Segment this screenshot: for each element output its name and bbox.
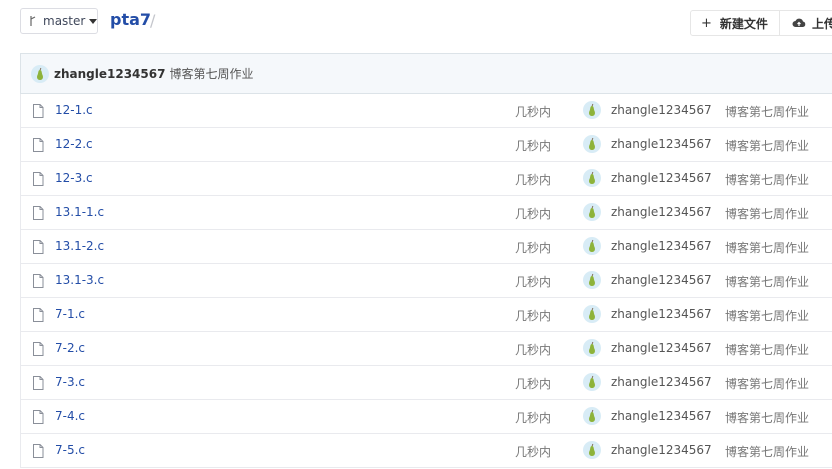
file-row[interactable]: 12-2.c 几秒内 zhangle1234567 博客第七周作业 <box>20 128 832 162</box>
file-row[interactable]: 13.1-1.c 几秒内 zhangle1234567 博客第七周作业 <box>20 196 832 230</box>
file-icon <box>32 342 44 356</box>
commit-message-link[interactable]: 博客第七周作业 <box>169 65 253 82</box>
file-commit-message-link[interactable]: 博客第七周作业 <box>725 409 809 426</box>
pear-avatar-icon[interactable] <box>583 101 601 119</box>
file-row[interactable]: 7-4.c 几秒内 zhangle1234567 博客第七周作业 <box>20 400 832 434</box>
file-commit-time: 几秒内 <box>515 377 552 391</box>
file-commit-time: 几秒内 <box>515 343 552 357</box>
file-commit-author-link[interactable]: zhangle1234567 <box>611 205 712 219</box>
pear-avatar-icon[interactable] <box>583 271 601 289</box>
file-commit-time: 几秒内 <box>515 207 552 221</box>
file-commit-author-link[interactable]: zhangle1234567 <box>611 137 712 151</box>
file-icon <box>32 376 44 390</box>
file-icon <box>32 274 44 288</box>
pear-avatar-icon[interactable] <box>31 64 49 83</box>
file-commit-time: 几秒内 <box>515 173 552 187</box>
file-icon <box>32 308 44 322</box>
file-commit-author-link[interactable]: zhangle1234567 <box>611 409 712 423</box>
new-file-label: 新建文件 <box>719 16 768 31</box>
file-commit-time: 几秒内 <box>515 411 552 425</box>
upload-button[interactable]: 上传 <box>779 10 832 36</box>
branch-selector-button[interactable]: master <box>20 8 98 34</box>
file-row[interactable]: 7-1.c 几秒内 zhangle1234567 博客第七周作业 <box>20 298 832 332</box>
file-name-link[interactable]: 13.1-2.c <box>55 239 104 253</box>
branch-name: master <box>43 14 86 28</box>
file-name-link[interactable]: 12-3.c <box>55 171 93 185</box>
file-commit-message-link[interactable]: 博客第七周作业 <box>725 171 809 188</box>
file-icon <box>32 410 44 424</box>
file-list: 12-1.c 几秒内 zhangle1234567 博客第七周作业 12-2.c 几秒内 z… <box>20 94 832 468</box>
file-commit-author-link[interactable]: zhangle1234567 <box>611 443 712 457</box>
new-file-button[interactable]: + 新建文件 <box>690 10 780 36</box>
file-commit-time: 几秒内 <box>515 445 552 459</box>
file-name-link[interactable]: 12-1.c <box>55 103 93 117</box>
file-name-link[interactable]: 7-1.c <box>55 307 85 321</box>
file-icon <box>32 172 44 186</box>
pear-avatar-icon[interactable] <box>583 441 601 459</box>
pear-avatar-icon[interactable] <box>583 407 601 425</box>
file-commit-author-link[interactable]: zhangle1234567 <box>611 103 712 117</box>
file-row[interactable]: 12-3.c 几秒内 zhangle1234567 博客第七周作业 <box>20 162 832 196</box>
file-icon <box>32 206 44 220</box>
commit-author-link[interactable]: zhangle1234567 <box>54 67 165 81</box>
upload-label: 上传 <box>812 16 832 31</box>
file-commit-author-link[interactable]: zhangle1234567 <box>611 341 712 355</box>
file-row[interactable]: 7-2.c 几秒内 zhangle1234567 博客第七周作业 <box>20 332 832 366</box>
file-name-link[interactable]: 7-2.c <box>55 341 85 355</box>
file-commit-time: 几秒内 <box>515 105 552 119</box>
path-separator: / <box>150 11 156 30</box>
file-icon <box>32 138 44 152</box>
file-icon <box>32 104 44 118</box>
file-icon <box>32 240 44 254</box>
file-commit-time: 几秒内 <box>515 241 552 255</box>
file-commit-message-link[interactable]: 博客第七周作业 <box>725 205 809 222</box>
file-row[interactable]: 7-3.c 几秒内 zhangle1234567 博客第七周作业 <box>20 366 832 400</box>
branch-icon <box>29 14 37 28</box>
file-row[interactable]: 12-1.c 几秒内 zhangle1234567 博客第七周作业 <box>20 94 832 128</box>
pear-avatar-icon[interactable] <box>583 237 601 255</box>
plus-icon: + <box>701 15 712 31</box>
file-name-link[interactable]: 12-2.c <box>55 137 93 151</box>
latest-commit-bar: zhangle1234567 博客第七周作业 <box>20 53 832 94</box>
file-commit-author-link[interactable]: zhangle1234567 <box>611 307 712 321</box>
file-commit-time: 几秒内 <box>515 139 552 153</box>
pear-avatar-icon[interactable] <box>583 339 601 357</box>
file-commit-message-link[interactable]: 博客第七周作业 <box>725 239 809 256</box>
pear-avatar-icon[interactable] <box>583 305 601 323</box>
file-icon <box>32 444 44 458</box>
file-row[interactable]: 13.1-2.c 几秒内 zhangle1234567 博客第七周作业 <box>20 230 832 264</box>
file-commit-message-link[interactable]: 博客第七周作业 <box>725 137 809 154</box>
repo-toolbar: master pta7 / + 新建文件 上传 <box>0 0 832 45</box>
pear-avatar-icon[interactable] <box>583 135 601 153</box>
pear-avatar-icon[interactable] <box>583 169 601 187</box>
cloud-upload-icon <box>792 17 806 29</box>
file-commit-author-link[interactable]: zhangle1234567 <box>611 171 712 185</box>
pear-avatar-icon[interactable] <box>583 203 601 221</box>
file-name-link[interactable]: 7-4.c <box>55 409 85 423</box>
file-commit-author-link[interactable]: zhangle1234567 <box>611 375 712 389</box>
pear-avatar-icon[interactable] <box>583 373 601 391</box>
file-commit-time: 几秒内 <box>515 275 552 289</box>
file-commit-author-link[interactable]: zhangle1234567 <box>611 239 712 253</box>
chevron-down-icon <box>89 18 98 24</box>
file-commit-time: 几秒内 <box>515 309 552 323</box>
file-commit-message-link[interactable]: 博客第七周作业 <box>725 443 809 460</box>
file-name-link[interactable]: 7-5.c <box>55 443 85 457</box>
file-commit-message-link[interactable]: 博客第七周作业 <box>725 273 809 290</box>
file-row[interactable]: 7-5.c 几秒内 zhangle1234567 博客第七周作业 <box>20 434 832 468</box>
file-commit-message-link[interactable]: 博客第七周作业 <box>725 307 809 324</box>
file-commit-author-link[interactable]: zhangle1234567 <box>611 273 712 287</box>
file-row[interactable]: 13.1-3.c 几秒内 zhangle1234567 博客第七周作业 <box>20 264 832 298</box>
repo-name-link[interactable]: pta7 <box>110 10 151 29</box>
file-name-link[interactable]: 13.1-1.c <box>55 205 104 219</box>
file-commit-message-link[interactable]: 博客第七周作业 <box>725 103 809 120</box>
file-name-link[interactable]: 13.1-3.c <box>55 273 104 287</box>
file-commit-message-link[interactable]: 博客第七周作业 <box>725 375 809 392</box>
file-name-link[interactable]: 7-3.c <box>55 375 85 389</box>
file-commit-message-link[interactable]: 博客第七周作业 <box>725 341 809 358</box>
